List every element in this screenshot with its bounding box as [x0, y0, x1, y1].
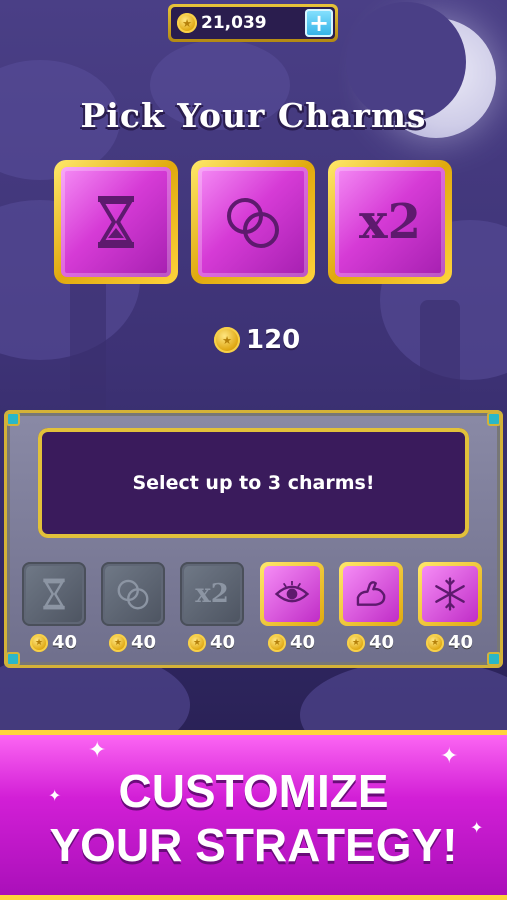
- snowflake-icon: [435, 577, 465, 611]
- promo-headline: CUSTOMIZE YOUR STRATEGY!: [0, 764, 507, 872]
- rivet: [6, 412, 20, 426]
- rivet: [487, 412, 501, 426]
- rings-icon: [117, 579, 149, 610]
- add-coins-button[interactable]: +: [305, 9, 333, 37]
- hourglass-icon: [98, 196, 134, 248]
- selected-charm-1[interactable]: [54, 160, 178, 284]
- charm-slot-hourglass[interactable]: [22, 562, 86, 626]
- charm-selection-panel: Select up to 3 charms! 40 40 x2 40: [4, 410, 503, 668]
- charm-cost: 40: [268, 632, 315, 653]
- charm-cost: 40: [30, 632, 77, 653]
- hourglass-icon: [43, 578, 65, 610]
- tree-trunk: [70, 260, 106, 430]
- charm-slot-multiplier[interactable]: x2: [180, 562, 244, 626]
- coin-icon: [109, 633, 127, 652]
- charm-slot-freeze[interactable]: [418, 562, 482, 626]
- multiplier-x2-label: x2: [195, 579, 229, 609]
- coin-balance-bar: 21,039 +: [168, 4, 338, 42]
- eye-icon: [274, 580, 310, 603]
- flexed-arm-icon: [356, 581, 386, 606]
- coin-icon: [188, 633, 206, 652]
- page-title: Pick Your Charms: [80, 96, 427, 135]
- charm-cost: 40: [347, 632, 394, 653]
- charm-slot-rings[interactable]: [101, 562, 165, 626]
- rivet: [487, 652, 501, 666]
- coin-icon: [30, 633, 48, 652]
- promo-line-1: CUSTOMIZE: [118, 765, 389, 817]
- total-cost: 120: [214, 325, 300, 355]
- coin-icon: [268, 633, 286, 652]
- charm-slot-strength[interactable]: [339, 562, 403, 626]
- charm-cost: 40: [109, 632, 156, 653]
- charm-cost: 40: [188, 632, 235, 653]
- multiplier-x2-label: x2: [358, 194, 421, 250]
- message-box: Select up to 3 charms!: [38, 428, 469, 538]
- coin-balance: 21,039: [201, 13, 267, 33]
- rings-icon: [227, 198, 279, 248]
- instruction-text: Select up to 3 charms!: [132, 472, 375, 494]
- coin-icon: [347, 633, 365, 652]
- rivet: [6, 652, 20, 666]
- coin-icon: [177, 13, 197, 33]
- charm-slot-eye[interactable]: [260, 562, 324, 626]
- charm-cost: 40: [426, 632, 473, 653]
- total-cost-value: 120: [246, 325, 301, 355]
- coin-icon: [214, 327, 240, 353]
- selected-charm-3[interactable]: x2: [328, 160, 452, 284]
- promo-banner: ✦ ✦ ✦ ✦ CUSTOMIZE YOUR STRATEGY!: [0, 730, 507, 900]
- coin-icon: [426, 633, 444, 652]
- sparkle-icon: ✦: [88, 738, 107, 763]
- promo-line-2: YOUR STRATEGY!: [49, 819, 458, 871]
- selected-charm-2[interactable]: [191, 160, 315, 284]
